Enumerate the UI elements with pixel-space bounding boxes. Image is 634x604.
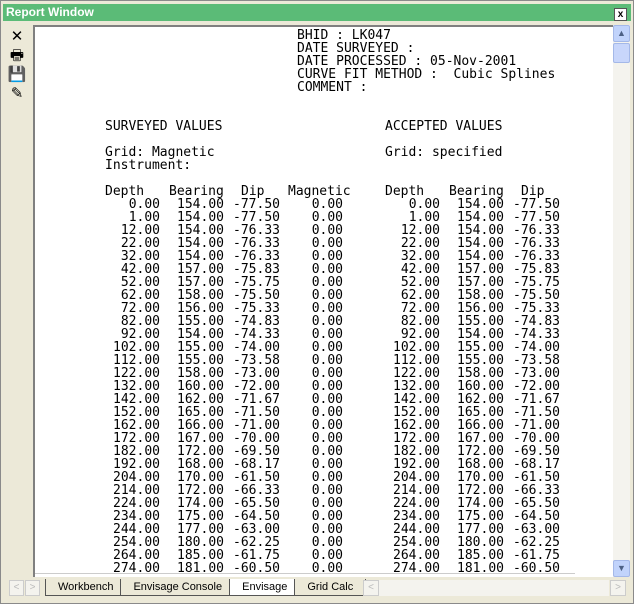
scroll-up-button[interactable]: ▲: [613, 25, 630, 42]
save-icon: 💾: [7, 66, 27, 83]
toolbar: ✕ 🖶 💾 ✎: [7, 27, 29, 103]
report-document: BHID : LK047 DATE SURVEYED : DATE PROCES…: [33, 25, 613, 577]
close-icon: ✕: [10, 28, 24, 45]
vertical-scrollbar[interactable]: ▲ ▼: [613, 25, 630, 577]
tab-next-button[interactable]: >: [25, 580, 40, 596]
print-button[interactable]: 🖶: [7, 46, 27, 65]
title-bar: Report Window x: [3, 4, 631, 21]
window-title: Report Window: [6, 5, 94, 19]
eraser-button[interactable]: ✎: [7, 84, 27, 103]
eraser-icon: ✎: [10, 85, 24, 102]
hscroll-left-button[interactable]: <: [363, 580, 379, 596]
accepted-grid: Grid: specified: [385, 145, 503, 160]
save-button[interactable]: 💾: [7, 65, 27, 84]
tab-bar: < > Workbench Envisage Console Envisage Gri…: [7, 579, 631, 599]
comment-line: COMMENT :: [297, 80, 368, 95]
hscroll-right-button[interactable]: >: [610, 580, 626, 596]
print-icon: 🖶: [9, 47, 25, 64]
surveyed-instrument: Instrument:: [105, 158, 192, 173]
tab-workbench[interactable]: Workbench: [45, 579, 127, 596]
tab-envisage[interactable]: Envisage: [229, 579, 301, 596]
horizontal-scrollbar[interactable]: [379, 580, 609, 596]
accepted-title: ACCEPTED VALUES: [385, 119, 503, 134]
scroll-down-button[interactable]: ▼: [613, 560, 630, 577]
tab-prev-button[interactable]: <: [9, 580, 24, 596]
tab-envisage-console[interactable]: Envisage Console: [120, 579, 236, 596]
close-button[interactable]: ✕: [7, 27, 27, 46]
close-window-button[interactable]: x: [614, 8, 627, 21]
report-window: Report Window x ✕ 🖶 💾 ✎ BHID : LK047 DATE S…: [0, 0, 634, 604]
page-edge: [35, 573, 575, 574]
scroll-thumb[interactable]: [613, 43, 630, 63]
tab-grid-calc[interactable]: Grid Calc: [294, 579, 367, 596]
surveyed-title: SURVEYED VALUES: [105, 119, 223, 134]
